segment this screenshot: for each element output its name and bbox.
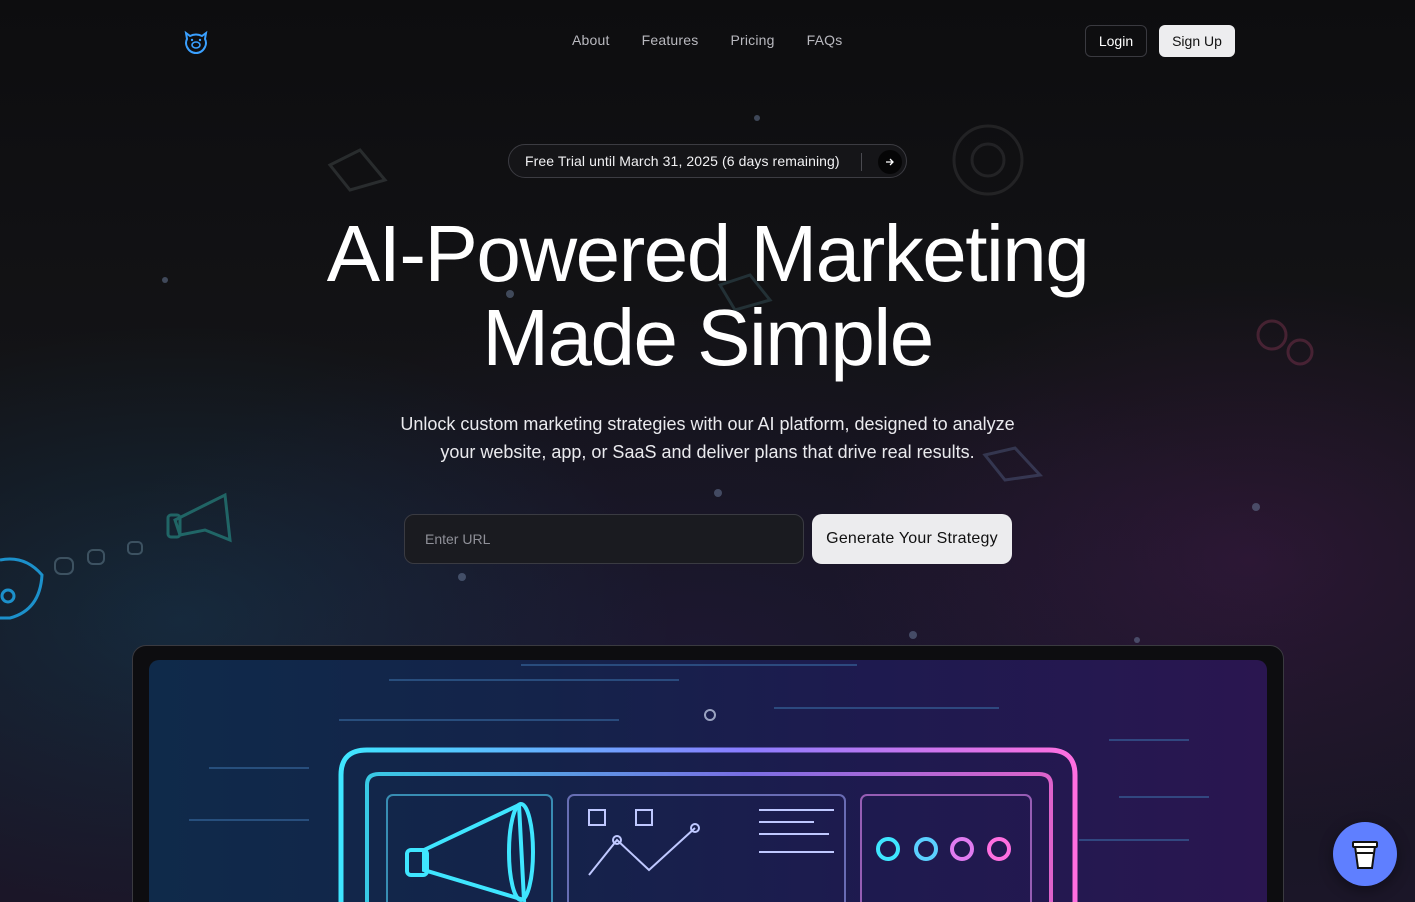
pig-logo-icon[interactable] <box>182 28 210 56</box>
arrow-right-icon[interactable] <box>878 150 902 174</box>
nav-about[interactable]: About <box>572 32 610 48</box>
nav-features[interactable]: Features <box>642 32 699 48</box>
hero-title: AI-Powered Marketing Made Simple <box>0 212 1415 380</box>
dashboard-preview-image <box>149 660 1267 902</box>
coffee-cup-icon[interactable] <box>1333 822 1397 886</box>
nav-faqs[interactable]: FAQs <box>807 32 843 48</box>
dashboard-illustration <box>189 664 1209 902</box>
main-nav: About Features Pricing FAQs <box>572 32 842 48</box>
banner-divider <box>861 153 862 171</box>
generate-strategy-button[interactable]: Generate Your Strategy <box>812 514 1012 564</box>
signup-button[interactable]: Sign Up <box>1159 25 1235 57</box>
hero-title-line-2: Made Simple <box>482 293 934 382</box>
free-trial-banner[interactable]: Free Trial until March 31, 2025 (6 days … <box>508 144 907 178</box>
free-trial-text: Free Trial until March 31, 2025 (6 days … <box>525 153 840 169</box>
url-input[interactable] <box>404 514 804 564</box>
hero-subtitle: Unlock custom marketing strategies with … <box>400 414 1015 462</box>
hero-title-line-1: AI-Powered Marketing <box>326 209 1090 298</box>
login-button[interactable]: Login <box>1085 25 1147 57</box>
nav-pricing[interactable]: Pricing <box>730 32 774 48</box>
